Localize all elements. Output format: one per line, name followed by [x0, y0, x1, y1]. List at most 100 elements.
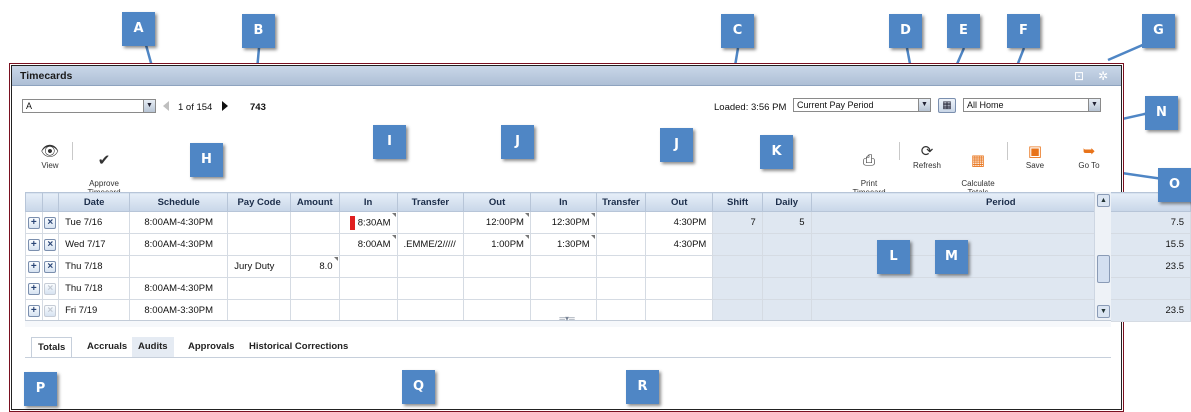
- cell-amount[interactable]: [289, 233, 340, 256]
- col-pay-code[interactable]: Pay Code: [227, 192, 291, 212]
- cell-transfer-2[interactable]: [595, 211, 647, 234]
- tab-accruals[interactable]: Accruals: [81, 337, 133, 357]
- cell-amount[interactable]: [289, 299, 340, 322]
- table-row[interactable]: + × Wed 7/17 8:00AM-4:30PM 8:00AM .EMME/2////…: [25, 233, 1191, 256]
- col-out-1[interactable]: Out: [463, 192, 531, 212]
- cell-out-2[interactable]: 4:30PM: [645, 211, 714, 234]
- chevron-down-icon[interactable]: ▼: [143, 100, 155, 112]
- col-transfer-1[interactable]: Transfer: [396, 192, 465, 212]
- cell-pay-code[interactable]: [227, 277, 291, 300]
- cell-out-1[interactable]: [463, 255, 531, 278]
- cell-shift[interactable]: 7: [712, 211, 763, 234]
- cell-in-2[interactable]: 1:30PM: [529, 233, 597, 256]
- cell-out-2[interactable]: [645, 277, 714, 300]
- cell-shift[interactable]: [712, 233, 763, 256]
- cell-in-1[interactable]: 8:00AM: [338, 233, 398, 256]
- cell-in-1[interactable]: [338, 255, 398, 278]
- cell-in-1[interactable]: 8:30AM: [338, 211, 398, 234]
- cell-schedule[interactable]: 8:00AM-4:30PM: [129, 211, 229, 234]
- scroll-up-icon[interactable]: ▲: [1097, 194, 1110, 207]
- cell-out-2[interactable]: [645, 299, 714, 322]
- calculate-totals-button[interactable]: ▦ Calculate Totals: [955, 143, 1001, 197]
- col-shift[interactable]: Shift: [712, 192, 763, 212]
- chevron-down-icon[interactable]: ▼: [1088, 99, 1100, 111]
- cell-transfer-1[interactable]: [396, 211, 465, 234]
- cell-transfer-1[interactable]: [396, 299, 465, 322]
- col-schedule[interactable]: Schedule: [129, 192, 229, 212]
- cell-schedule[interactable]: 8:00AM-4:30PM: [129, 233, 229, 256]
- delete-icon[interactable]: ×: [44, 304, 57, 317]
- cell-pay-code[interactable]: Jury Duty: [227, 255, 291, 278]
- save-button[interactable]: ▣ Save: [1019, 143, 1051, 170]
- cell-date[interactable]: Tue 7/16: [58, 211, 131, 234]
- chevron-down-icon[interactable]: ▼: [918, 99, 930, 111]
- col-out-2[interactable]: Out: [645, 192, 714, 212]
- goto-button[interactable]: ➥ Go To: [1066, 143, 1112, 170]
- cell-period[interactable]: 15.5: [810, 233, 1191, 256]
- cell-schedule[interactable]: 8:00AM-4:30PM: [129, 277, 229, 300]
- cell-out-2[interactable]: 4:30PM: [645, 233, 714, 256]
- next-icon[interactable]: [222, 101, 228, 111]
- cell-daily[interactable]: [761, 233, 812, 256]
- cell-pay-code[interactable]: [227, 299, 291, 322]
- location-select[interactable]: All Home ▼: [963, 98, 1101, 112]
- grid-scrollbar[interactable]: ▲ ▼: [1094, 192, 1111, 320]
- cell-shift[interactable]: [712, 255, 763, 278]
- table-row[interactable]: + × Fri 7/19 8:00AM-3:30PM 23.5: [25, 299, 1191, 322]
- cell-out-1[interactable]: 12:00PM: [463, 211, 531, 234]
- cell-transfer-1[interactable]: .EMME/2/////: [396, 233, 465, 256]
- cell-out-1[interactable]: [463, 299, 531, 322]
- cell-transfer-2[interactable]: [595, 255, 647, 278]
- tab-audits[interactable]: Audits: [132, 337, 174, 357]
- scroll-thumb[interactable]: [1097, 255, 1110, 283]
- plus-icon[interactable]: +: [27, 260, 40, 273]
- calendar-icon[interactable]: ▦: [938, 98, 956, 113]
- approve-timecard-button[interactable]: ✔ Approve Timecard: [84, 143, 124, 197]
- cell-amount[interactable]: [289, 277, 340, 300]
- plus-icon[interactable]: +: [27, 216, 40, 229]
- employee-select[interactable]: A ▼: [22, 99, 156, 113]
- cell-shift[interactable]: [712, 277, 763, 300]
- refresh-button[interactable]: ⟳ Refresh: [907, 143, 947, 170]
- cell-pay-code[interactable]: [227, 233, 291, 256]
- col-in-1[interactable]: In: [338, 192, 398, 212]
- cell-date[interactable]: Thu 7/18: [58, 277, 131, 300]
- cell-pay-code[interactable]: [227, 211, 291, 234]
- print-timecard-button[interactable]: ⎙ Print Timecard: [847, 143, 891, 197]
- delete-icon[interactable]: ×: [44, 238, 57, 251]
- cell-out-1[interactable]: [463, 277, 531, 300]
- splitter-handle-icon[interactable]: ═▾═: [553, 314, 581, 324]
- cell-transfer-1[interactable]: [396, 277, 465, 300]
- cell-period[interactable]: 7.5: [810, 211, 1191, 234]
- table-row[interactable]: + × Tue 7/16 8:00AM-4:30PM 8:30AM 12:00PM 12:3…: [25, 211, 1191, 234]
- cell-transfer-1[interactable]: [396, 255, 465, 278]
- tab-totals[interactable]: Totals: [31, 337, 73, 357]
- delete-icon[interactable]: ×: [44, 282, 57, 295]
- plus-icon[interactable]: +: [27, 238, 40, 251]
- col-daily[interactable]: Daily: [761, 192, 812, 212]
- cell-transfer-2[interactable]: [595, 233, 647, 256]
- cell-out-1[interactable]: 1:00PM: [463, 233, 531, 256]
- delete-icon[interactable]: ×: [44, 260, 57, 273]
- cell-period[interactable]: 23.5: [810, 255, 1191, 278]
- cell-amount[interactable]: [289, 211, 340, 234]
- plus-icon[interactable]: +: [27, 304, 40, 317]
- col-amount[interactable]: Amount: [289, 192, 340, 212]
- col-transfer-2[interactable]: Transfer: [595, 192, 647, 212]
- col-period[interactable]: Period: [810, 192, 1191, 212]
- cell-schedule[interactable]: 8:00AM-3:30PM: [129, 299, 229, 322]
- plus-icon[interactable]: +: [27, 282, 40, 295]
- cell-in-2[interactable]: [529, 277, 597, 300]
- table-row[interactable]: + × Thu 7/18 Jury Duty 8.0 23.5: [25, 255, 1191, 278]
- gear-icon[interactable]: ✲: [1095, 68, 1111, 84]
- cell-date[interactable]: Wed 7/17: [58, 233, 131, 256]
- view-button[interactable]: 👁 View: [37, 143, 63, 170]
- scroll-down-icon[interactable]: ▼: [1097, 305, 1110, 318]
- previous-icon[interactable]: [163, 101, 169, 111]
- cell-daily[interactable]: [761, 277, 812, 300]
- cell-shift[interactable]: [712, 299, 763, 322]
- cell-amount[interactable]: 8.0: [289, 255, 340, 278]
- cell-in-2[interactable]: 12:30PM: [529, 211, 597, 234]
- cell-in-2[interactable]: [529, 255, 597, 278]
- cell-period[interactable]: 23.5: [810, 299, 1191, 322]
